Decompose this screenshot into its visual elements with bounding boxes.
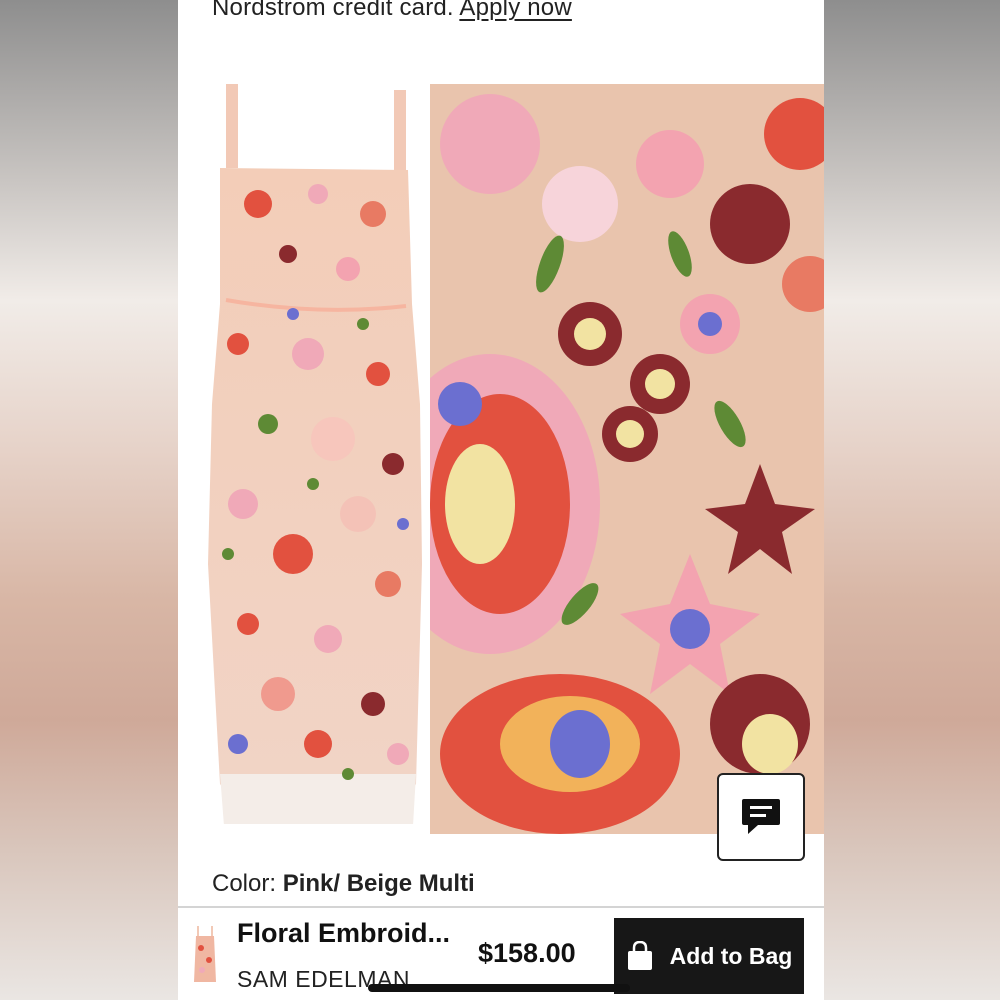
color-selection: Color: Pink/ Beige Multi (212, 870, 475, 898)
product-price: $158.00 (478, 938, 576, 968)
home-indicator[interactable] (368, 984, 630, 992)
embroidery-detail-image[interactable] (430, 84, 824, 834)
dress-product-image[interactable] (198, 84, 428, 824)
promo-text: Nordstrom credit card. (212, 0, 454, 21)
promo-banner: Nordstrom credit card. Apply now (212, 0, 572, 22)
product-name: Floral Embroid... (237, 918, 451, 948)
chat-button[interactable] (717, 773, 805, 861)
sticky-purchase-bar: Floral Embroid... SAM EDELMAN $158.00 Ad… (178, 906, 824, 1000)
shopping-bag-icon (627, 941, 652, 970)
chat-bubble-icon (742, 799, 780, 834)
color-value: Pink/ Beige Multi (282, 870, 475, 897)
add-to-bag-button[interactable]: Add to Bag (614, 918, 804, 994)
add-to-bag-label: Add to Bag (669, 942, 793, 969)
apply-now-link[interactable]: Apply now (459, 0, 572, 21)
color-label: Color: (212, 870, 277, 897)
product-thumbnail (194, 926, 216, 982)
product-page: Nordstrom credit card. Apply now Color: … (178, 0, 824, 1000)
